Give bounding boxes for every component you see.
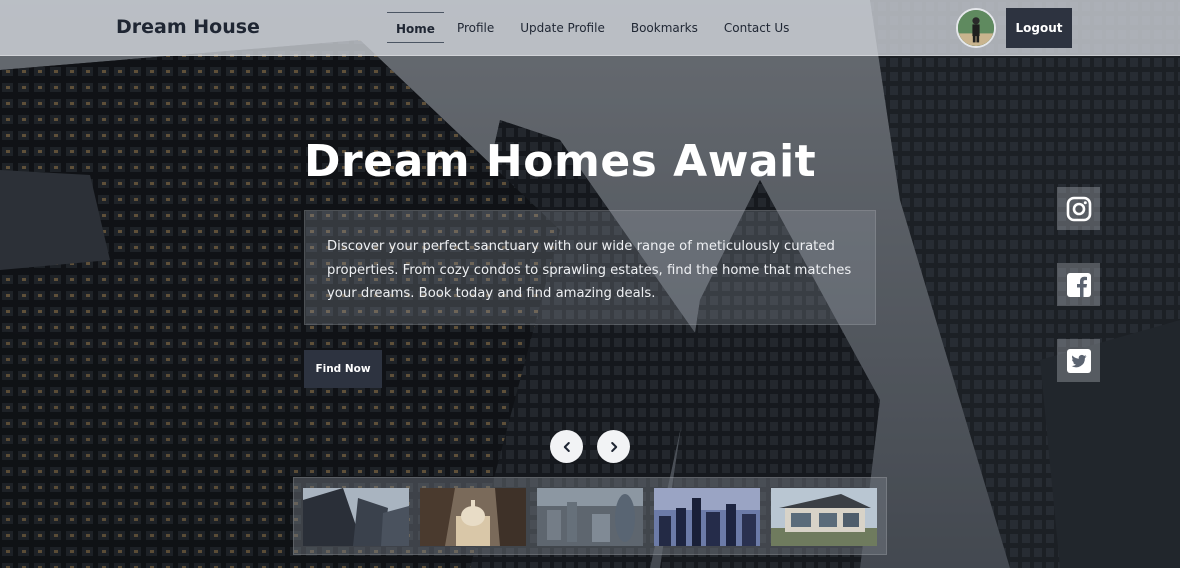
nav-link-home[interactable]: Home [387, 12, 444, 43]
facebook-icon [1066, 272, 1091, 297]
nav-link-profile[interactable]: Profile [457, 12, 494, 43]
thumbnail-skyscrapers[interactable] [303, 488, 409, 546]
carousel-prev-button[interactable] [550, 430, 583, 463]
twitter-link[interactable] [1057, 339, 1100, 382]
thumbnail-modern-house[interactable] [771, 488, 877, 546]
instagram-icon [1066, 196, 1091, 221]
nav-link-contact-us[interactable]: Contact Us [724, 12, 790, 43]
chevron-left-icon [563, 441, 570, 452]
thumbnail-city-aerial[interactable] [537, 488, 643, 546]
carousel-next-button[interactable] [597, 430, 630, 463]
brand-logo[interactable]: Dream House [116, 16, 260, 38]
chevron-right-icon [610, 441, 617, 452]
hero-description-card: Discover your perfect sanctuary with our… [304, 210, 876, 325]
user-avatar[interactable] [956, 8, 996, 48]
nav-link-update-profile[interactable]: Update Profile [520, 12, 605, 43]
instagram-link[interactable] [1057, 187, 1100, 230]
carousel-thumbnails [293, 477, 887, 555]
nav-links: Home Profile Update Profile Bookmarks Co… [387, 12, 815, 43]
hero-description: Discover your perfect sanctuary with our… [327, 239, 852, 301]
nav-link-bookmarks[interactable]: Bookmarks [631, 12, 698, 43]
thumbnail-cathedral[interactable] [420, 488, 526, 546]
thumbnail-night-skyline[interactable] [654, 488, 760, 546]
twitter-icon [1066, 348, 1091, 373]
find-now-button[interactable]: Find Now [304, 350, 382, 388]
logout-button[interactable]: Logout [1006, 8, 1072, 48]
navbar: Dream House Home Profile Update Profile … [0, 0, 1180, 56]
hero-title: Dream Homes Await [304, 136, 817, 187]
facebook-link[interactable] [1057, 263, 1100, 306]
